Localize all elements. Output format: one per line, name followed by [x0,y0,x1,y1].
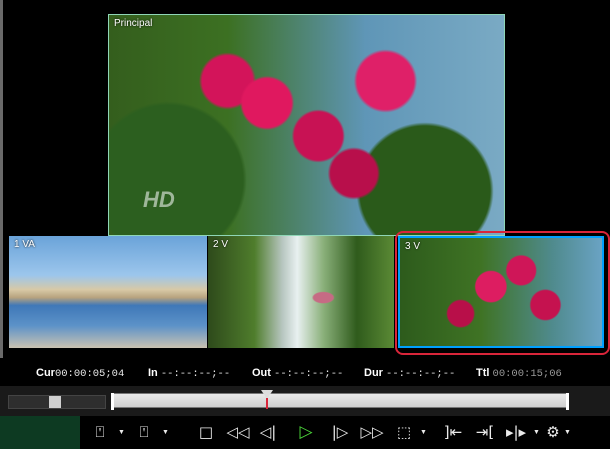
camera-3-preview[interactable]: 3 V [398,236,604,348]
shuttle-handle[interactable] [49,396,61,408]
playhead-line [266,398,268,409]
timeline-scrubber[interactable] [111,390,569,410]
out-label: Out [252,367,271,379]
camera-3-label: 3 V [405,241,421,252]
step-back-icon[interactable]: ◁| [256,422,280,442]
toolbar-left-panel [0,416,80,449]
play-in-out-icon[interactable]: ▸|▸ [502,422,530,442]
go-to-out-icon[interactable]: ⇥[ [472,422,498,442]
camera-1-preview[interactable]: 1 VA [9,236,207,348]
dur-value: --:--:--;-- [386,368,456,380]
dur-label: Dur [364,367,383,379]
set-out-icon[interactable]: ⍞ [136,422,152,442]
camera-1-label: 1 VA [14,239,35,250]
in-label: In [148,367,158,379]
hd-watermark: HD [143,187,175,212]
set-in-icon[interactable]: ⍞ [92,422,108,442]
timeline-end-cap [566,393,569,410]
duration-timecode: Dur --:--:--;-- [364,367,455,380]
main-camera-label: Principal [114,18,153,29]
set-in-dropdown-icon[interactable]: ▼ [118,429,125,436]
timeline-start-cap [111,393,114,410]
timecode-bar: Cur00:00:05;04 In --:--:--;-- Out --:--:… [0,358,610,386]
ttl-label: Ttl [476,367,490,379]
cur-label: Cur [36,367,55,379]
shuttle-slider[interactable] [8,395,106,409]
cur-value: 00:00:05;04 [54,368,125,380]
go-to-in-icon[interactable]: ]⇤ [440,422,466,442]
play-icon[interactable]: ▷ [294,422,318,442]
camera-2-label: 2 V [213,239,229,250]
fast-forward-icon[interactable]: ▷▷ [358,422,386,442]
in-value: --:--:--;-- [160,368,231,380]
play-in-out-dropdown-icon[interactable]: ▼ [533,429,540,436]
multicam-viewer: Principal HD 1 VA 2 V 3 V [0,0,610,358]
current-timecode: Cur00:00:05;04 [36,367,124,380]
loop-icon[interactable]: ⬚ [394,422,414,442]
camera-2-preview[interactable]: 2 V [208,236,394,348]
rewind-icon[interactable]: ◁◁ [224,422,252,442]
out-timecode: Out --:--:--;-- [252,367,343,380]
set-out-dropdown-icon[interactable]: ▼ [162,429,169,436]
settings-dropdown-icon[interactable]: ▼ [564,429,571,436]
ttl-value: 00:00:15;06 [492,368,562,380]
in-timecode: In --:--:--;-- [148,367,230,380]
settings-icon[interactable]: ⚙ [544,422,562,442]
main-camera-preview[interactable]: Principal HD [108,14,505,236]
stop-icon[interactable]: □ [196,422,216,442]
total-timecode: Ttl 00:00:15;06 [476,367,562,380]
playback-toolbar: ⍞ ▼ ⍞ ▼ □ ◁◁ ◁| ▷ |▷ ▷▷ ⬚ ▼ ]⇤ ⇥[ ▸|▸ ▼ … [0,416,610,449]
out-value: --:--:--;-- [274,368,344,380]
loop-dropdown-icon[interactable]: ▼ [420,429,427,436]
step-forward-icon[interactable]: |▷ [328,422,352,442]
seek-area [0,386,610,416]
